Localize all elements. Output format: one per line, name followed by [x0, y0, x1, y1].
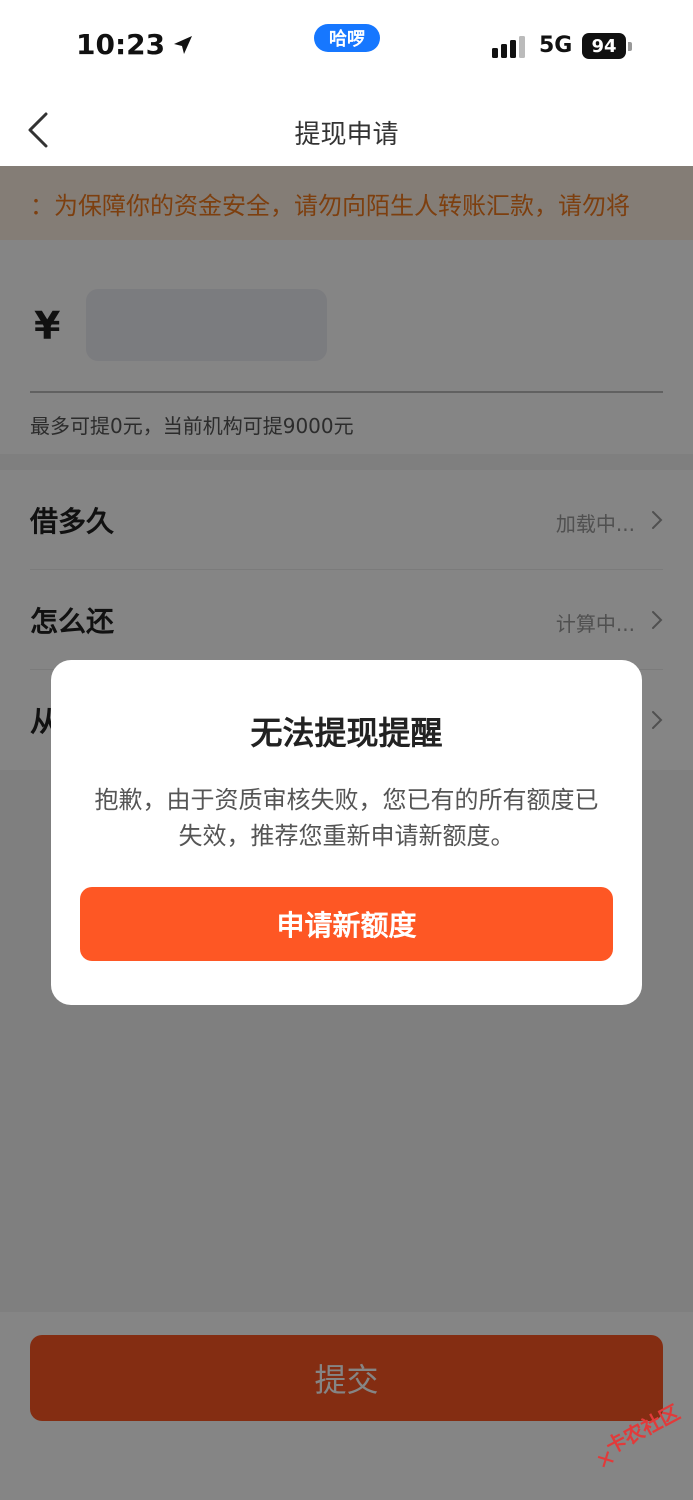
status-time-text: 10:23: [76, 28, 166, 61]
status-time: 10:23: [76, 28, 195, 61]
battery-icon: 94: [582, 33, 632, 59]
watermark: ✕ 卡农社区: [592, 1400, 688, 1482]
app-pill[interactable]: 哈啰: [314, 24, 380, 52]
apply-new-credit-button[interactable]: 申请新额度: [80, 887, 613, 961]
battery-level: 94: [582, 33, 626, 59]
signal-icon: [492, 36, 525, 58]
dialog-message: 抱歉，由于资质审核失败，您已有的所有额度已失效，推荐您重新申请新额度。: [94, 786, 599, 850]
watermark-text: 卡农社区: [601, 1399, 684, 1459]
battery-tip: [628, 41, 632, 51]
page-title: 提现申请: [294, 120, 399, 150]
nav-bar: 提现申请: [0, 92, 693, 166]
withdraw-failed-dialog: 无法提现提醒 抱歉，由于资质审核失败，您已有的所有额度已失效，推荐您重新申请新额…: [51, 660, 642, 1005]
location-arrow-icon: [174, 35, 193, 54]
network-type: 5G: [539, 33, 573, 58]
dialog-title: 无法提现提醒: [250, 714, 443, 752]
status-bar: 10:23 哈啰 5G 94: [0, 0, 693, 92]
